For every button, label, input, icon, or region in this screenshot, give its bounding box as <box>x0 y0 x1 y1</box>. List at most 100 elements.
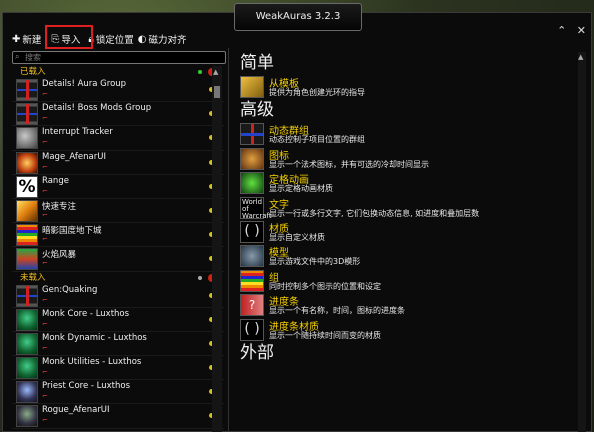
aura-icon <box>16 405 38 428</box>
new-button[interactable]: ✚ 新建 <box>12 32 42 47</box>
aura-icon <box>16 127 38 150</box>
aura-type-option[interactable]: 图标 显示一个法术图标，并有可选的冷却时间显示 <box>234 147 574 171</box>
aura-type-option[interactable]: 定格动画 显示定格动画材质 <box>234 171 574 195</box>
loaded-header-label: 已载入 <box>20 67 46 77</box>
aura-icon <box>16 103 38 126</box>
search-placeholder: 搜索 <box>25 53 41 62</box>
aura-type-option[interactable]: 组同时控制多个图示的位置和设定 <box>234 269 574 293</box>
aura-item[interactable]: Monk Dynamic - Luxthos ⌐ <box>12 332 224 357</box>
aura-type-description: 提供为角色创建光环的指导 <box>269 88 365 97</box>
aura-type-option[interactable]: ( ) 进度条材质 显示一个随持续时间而变的材质 <box>234 318 574 342</box>
search-input[interactable]: ⌕ 搜索 <box>12 51 226 64</box>
aura-type-option[interactable]: World of Warcraft 文字 显示一行或多行文字, 它们包换动态信息, … <box>234 196 574 220</box>
aura-item[interactable]: 快速专注 ⌐ <box>12 199 224 224</box>
aura-load-icon: ⌐ <box>42 186 48 195</box>
aura-list-scrollbar[interactable]: ▲ <box>212 66 222 432</box>
window-controls: ⌃ ✕ <box>550 24 586 37</box>
aura-load-icon: ⌐ <box>42 90 48 98</box>
type-panel-scrollbar[interactable]: ▲ <box>578 52 586 432</box>
aura-load-icon: ⌐ <box>42 235 48 244</box>
aura-type-icon: ? <box>240 294 264 317</box>
aura-item[interactable]: Gen:Quaking ⌐ <box>12 284 224 308</box>
aura-item[interactable]: Rogue_AfenarUI ⌐ <box>12 404 224 429</box>
import-highlight <box>45 25 93 49</box>
aura-type-description: 同时控制多个图示的位置和设定 <box>269 281 381 291</box>
aura-type-description: 显示定格动画材质 <box>269 184 333 194</box>
aura-type-icon <box>240 147 264 170</box>
aura-type-option[interactable]: ? 进度条 显示一个有名称，时间，图标的进度条 <box>234 293 574 317</box>
aura-item[interactable]: Interrupt Tracker ⌐ <box>12 126 224 151</box>
aura-item[interactable]: % Range ⌐ <box>12 175 224 199</box>
aura-item[interactable]: 火焰风暴 ⌐ <box>12 247 224 272</box>
plus-icon: ✚ <box>12 33 21 45</box>
aura-name: Details! Aura Group <box>42 79 127 89</box>
aura-name: Interrupt Tracker <box>42 127 113 138</box>
scroll-up-icon[interactable]: ▲ <box>578 53 583 61</box>
aura-name: Details! Boss Mods Group <box>42 103 152 114</box>
aura-name: Priest Core - Luxthos <box>42 381 131 392</box>
scroll-up-icon[interactable]: ▲ <box>213 68 218 76</box>
search-icon: ⌕ <box>15 52 20 61</box>
unloaded-section-header[interactable]: 未载入 <box>12 272 224 284</box>
aura-item[interactable]: Details! Aura Group ⌐ <box>12 78 224 103</box>
aura-type-icon <box>240 76 264 98</box>
aura-type-icon <box>240 123 264 146</box>
close-icon[interactable]: ✕ <box>577 24 586 37</box>
aura-load-icon: ⌐ <box>42 162 48 171</box>
aura-type-icon: ( ) <box>240 220 264 243</box>
aura-item[interactable]: Monk Utilities - Luxthos ⌐ <box>12 356 224 381</box>
aura-load-icon: ⌐ <box>42 319 48 328</box>
new-label: 新建 <box>22 35 42 46</box>
aura-type-description: 显示游戏文件中的3D模形 <box>269 257 361 267</box>
aura-load-icon: ⌐ <box>42 416 48 425</box>
aura-type-panel: 简单 从模板 提供为角色创建光环的指导 高级 动态群组 动态控制子项目位置的群组 图标… <box>234 52 574 432</box>
aura-name: Gen:Quaking <box>42 284 98 295</box>
aura-type-description: 显示自定义材质 <box>269 232 325 242</box>
aura-load-icon: ⌐ <box>42 138 48 147</box>
aura-item[interactable]: 暗影国度地下城 ⌐ <box>12 223 224 248</box>
snap-button[interactable]: ◐ 磁力对齐 <box>137 32 187 47</box>
scroll-thumb[interactable] <box>214 86 220 98</box>
aura-type-icon <box>240 172 264 195</box>
aura-icon <box>16 308 38 331</box>
magnet-icon: ◐ <box>137 33 147 45</box>
aura-name: Monk Dynamic - Luxthos <box>42 332 147 343</box>
aura-list: 已载入 Details! Aura Group ⌐ Details! Boss Mo… <box>12 66 224 432</box>
window-title[interactable]: WeakAuras 3.2.3 <box>234 3 362 31</box>
aura-name: 暗影国度地下城 <box>42 226 102 237</box>
aura-icon <box>16 199 38 222</box>
lock-button[interactable]: 🔒︎ 锁定位置 <box>88 32 133 47</box>
loaded-status-icon <box>198 70 202 74</box>
unloaded-header-label: 未载入 <box>20 272 46 283</box>
aura-load-icon: ⌐ <box>42 295 48 304</box>
aura-item[interactable]: Mage_AfenarUI ⌐ <box>12 151 224 175</box>
aura-icon <box>16 357 38 380</box>
external-heading: 外部 <box>240 342 274 363</box>
aura-type-icon <box>240 245 264 268</box>
aura-name: Range <box>42 175 69 186</box>
aura-type-option[interactable]: 模型 显示游戏文件中的3D模形 <box>234 244 574 268</box>
aura-type-icon: ( ) <box>240 318 264 341</box>
aura-icon <box>16 151 38 174</box>
aura-item[interactable]: Monk Core - Luxthos ⌐ <box>12 308 224 332</box>
simple-heading: 简单 <box>240 53 274 73</box>
aura-type-option[interactable]: 从模板 提供为角色创建光环的指导 <box>234 75 574 99</box>
aura-type-option[interactable]: ( ) 材质 显示自定义材质 <box>234 220 574 244</box>
toolbar: ✚ 新建 ⎘ 导入 🔒︎ 锁定位置 ◐ 磁力对齐 <box>12 31 191 47</box>
aura-item[interactable]: Details! Boss Mods Group ⌐ <box>12 102 224 127</box>
aura-item[interactable]: Priest Core - Luxthos ⌐ <box>12 380 224 405</box>
aura-icon <box>16 79 38 101</box>
loaded-section-header[interactable]: 已载入 <box>12 66 224 78</box>
snap-label: 磁力对齐 <box>148 35 187 46</box>
aura-name: Monk Utilities - Luxthos <box>42 357 142 368</box>
advanced-heading: 高级 <box>240 100 274 121</box>
aura-load-icon: ⌐ <box>42 114 48 123</box>
aura-icon <box>16 381 38 404</box>
aura-load-icon: ⌐ <box>42 392 48 401</box>
collapse-icon[interactable]: ⌃ <box>557 24 566 37</box>
aura-type-option[interactable]: 动态群组 动态控制子项目位置的群组 <box>234 122 574 146</box>
aura-icon <box>16 248 38 271</box>
aura-type-description: 动态控制子项目位置的群组 <box>269 135 365 145</box>
aura-type-description: 显示一个有名称，时间，图标的进度条 <box>269 306 405 316</box>
aura-name: Mage_AfenarUI <box>42 151 106 162</box>
